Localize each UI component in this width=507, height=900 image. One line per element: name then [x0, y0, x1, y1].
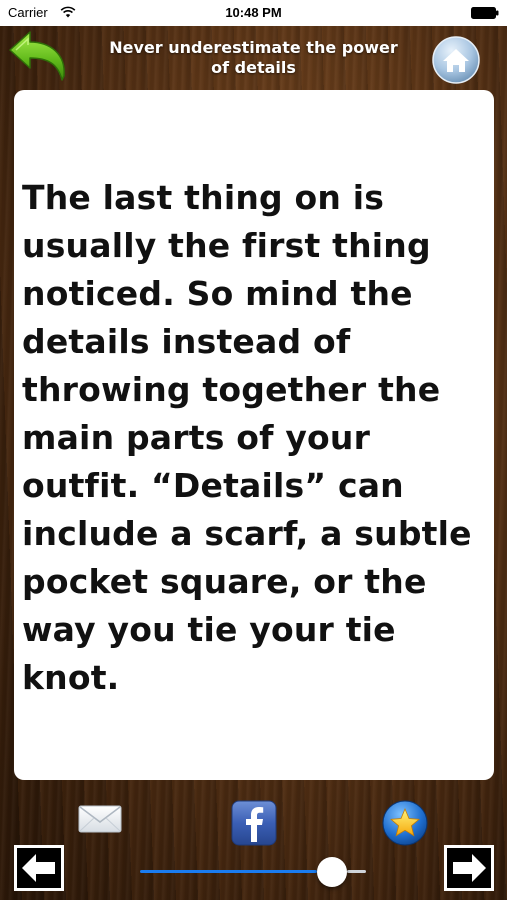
slider-track-filled — [140, 870, 318, 873]
previous-button[interactable] — [14, 845, 64, 891]
arrow-right-icon — [444, 845, 494, 891]
quote-text: The last thing on is usually the first t… — [22, 178, 472, 697]
facebook-icon — [231, 800, 277, 846]
mail-icon — [78, 805, 122, 833]
status-bar: Carrier 10:48 PM — [0, 0, 507, 26]
back-button[interactable] — [6, 28, 72, 86]
facebook-share-button[interactable] — [231, 800, 277, 846]
arrow-left-icon — [14, 845, 64, 891]
home-icon — [432, 36, 480, 84]
quote-slider[interactable] — [140, 856, 366, 887]
slider-thumb[interactable] — [317, 857, 348, 887]
battery-icon — [471, 7, 499, 19]
mail-button[interactable] — [78, 804, 122, 834]
slider-track — [347, 870, 366, 873]
star-icon — [382, 800, 428, 846]
back-arrow-icon — [9, 31, 65, 81]
next-button[interactable] — [444, 845, 494, 891]
page-title: Never underestimate the power of details — [109, 38, 398, 77]
favorite-button[interactable] — [382, 800, 428, 846]
home-button[interactable] — [432, 36, 480, 84]
status-time: 10:48 PM — [225, 5, 282, 20]
quote-card: The last thing on is usually the first t… — [14, 90, 494, 780]
